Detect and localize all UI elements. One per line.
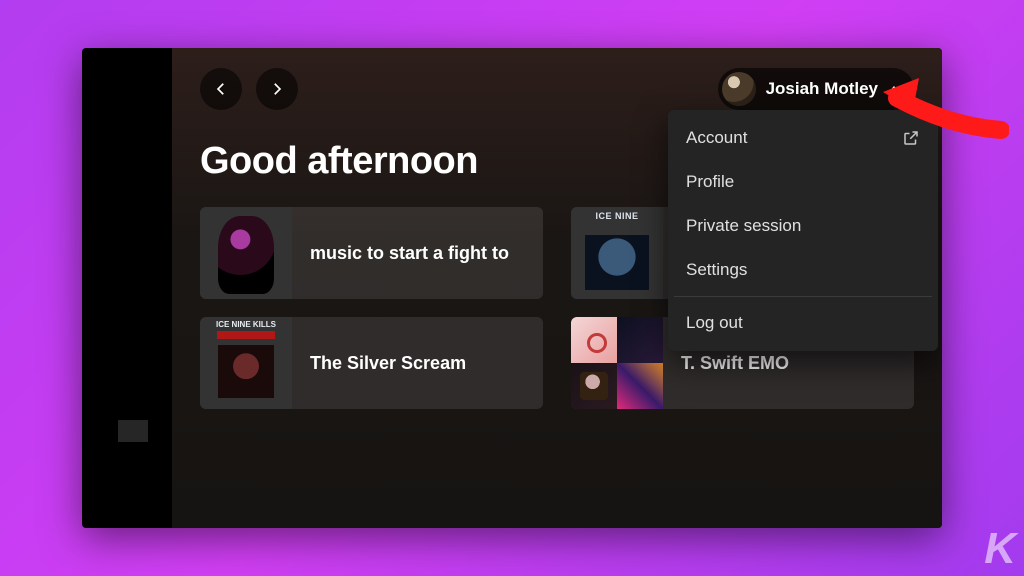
user-menu-button[interactable]: Josiah Motley: [718, 68, 914, 110]
menu-account[interactable]: Account: [674, 116, 932, 160]
watermark: K: [984, 524, 1014, 574]
top-bar: Josiah Motley: [200, 68, 914, 110]
album-art: [571, 317, 663, 409]
album-art: [571, 207, 663, 299]
nav-back-button[interactable]: [200, 68, 242, 110]
card-title: The Silver Scream: [292, 352, 484, 375]
caret-up-icon: [888, 86, 900, 93]
nav-buttons: [200, 68, 298, 110]
menu-settings[interactable]: Settings: [674, 248, 932, 292]
app-main: Josiah Motley Good afternoon music to st…: [172, 48, 942, 528]
chevron-left-icon: [212, 80, 230, 98]
screenshot-frame: Josiah Motley Good afternoon music to st…: [82, 48, 942, 528]
menu-label: Log out: [686, 313, 743, 333]
menu-label: Account: [686, 128, 747, 148]
user-dropdown: Account Profile Private session Settings…: [668, 110, 938, 351]
chevron-right-icon: [268, 80, 286, 98]
left-bar-artifact: [118, 420, 148, 442]
menu-separator: [674, 296, 932, 297]
menu-private-session[interactable]: Private session: [674, 204, 932, 248]
menu-label: Settings: [686, 260, 747, 280]
menu-label: Profile: [686, 172, 734, 192]
album-art: [200, 317, 292, 409]
menu-label: Private session: [686, 216, 801, 236]
user-name: Josiah Motley: [766, 79, 878, 99]
avatar: [722, 72, 756, 106]
external-link-icon: [902, 129, 920, 147]
menu-profile[interactable]: Profile: [674, 160, 932, 204]
shortcut-card[interactable]: music to start a fight to: [200, 207, 543, 299]
card-title: T. Swift EMO: [663, 352, 807, 375]
album-art: [200, 207, 292, 299]
menu-log-out[interactable]: Log out: [674, 301, 932, 345]
card-title: music to start a fight to: [292, 242, 527, 265]
shortcut-card[interactable]: The Silver Scream: [200, 317, 543, 409]
nav-forward-button[interactable]: [256, 68, 298, 110]
